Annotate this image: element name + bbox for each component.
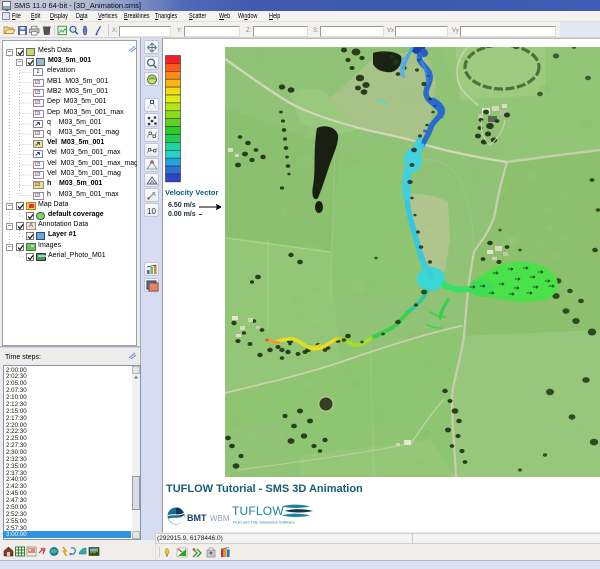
svg-text:10: 10 bbox=[147, 207, 156, 216]
svg-text:Fluid and Tide Simulation Soft: Fluid and Tide Simulation Software bbox=[233, 520, 296, 525]
svg-text:BMT: BMT bbox=[187, 513, 207, 523]
svg-text:TUFLOW: TUFLOW bbox=[232, 504, 284, 518]
svg-text:WBM: WBM bbox=[210, 514, 230, 523]
